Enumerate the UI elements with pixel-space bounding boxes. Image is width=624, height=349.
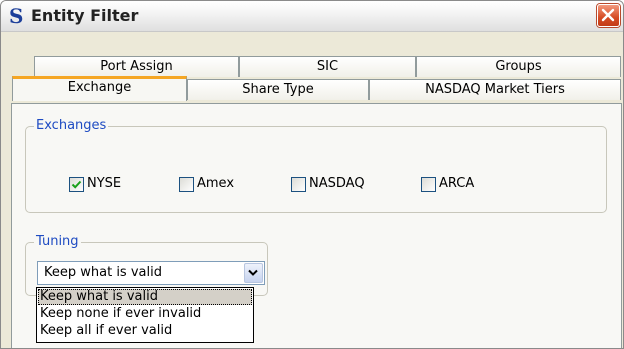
nasdaq-label: NASDAQ	[309, 176, 365, 191]
entity-filter-window: S Entity Filter Port Assign SIC Groups E…	[0, 0, 624, 349]
tab-port-assign[interactable]: Port Assign	[34, 56, 239, 77]
title-bar[interactable]: S Entity Filter	[1, 1, 623, 32]
tuning-option-keep-valid[interactable]: Keep what is valid	[38, 289, 252, 305]
window-title: Entity Filter	[31, 6, 139, 25]
tuning-option-keep-none[interactable]: Keep none if ever invalid	[38, 306, 252, 322]
chevron-down-icon	[248, 269, 258, 276]
arca-checkbox-box[interactable]	[421, 177, 436, 192]
exchanges-group-label: Exchanges	[34, 118, 109, 134]
tuning-group-label: Tuning	[34, 234, 81, 250]
tuning-dropdown-button[interactable]	[244, 263, 263, 283]
tuning-selected-value: Keep what is valid	[44, 265, 162, 280]
app-icon: S	[9, 4, 24, 28]
tab-exchange[interactable]: Exchange	[12, 76, 187, 101]
tab-row-front: Exchange Share Type NASDAQ Market Tiers	[12, 76, 621, 101]
exchanges-group: Exchanges NYSE Amex NASDAQ ARCA	[25, 118, 607, 213]
tab-share-type[interactable]: Share Type	[187, 79, 369, 100]
nyse-checkbox-box[interactable]	[69, 177, 84, 192]
amex-label: Amex	[197, 176, 235, 191]
close-button[interactable]	[597, 4, 620, 27]
tab-row-back: Port Assign SIC Groups	[34, 56, 621, 78]
tuning-dropdown-list: Keep what is valid Keep none if ever inv…	[36, 287, 254, 343]
amex-checkbox-box[interactable]	[179, 177, 194, 192]
tab-sic[interactable]: SIC	[239, 56, 416, 77]
checkmark-icon	[71, 180, 82, 189]
tuning-option-keep-all[interactable]: Keep all if ever valid	[38, 323, 252, 339]
tab-nasdaq-market-tiers[interactable]: NASDAQ Market Tiers	[369, 79, 621, 100]
tuning-select[interactable]: Keep what is valid	[37, 261, 265, 285]
arca-label: ARCA	[439, 176, 475, 191]
tab-groups[interactable]: Groups	[416, 56, 621, 77]
close-icon	[601, 8, 615, 22]
nyse-label: NYSE	[87, 176, 122, 191]
nasdaq-checkbox-box[interactable]	[291, 177, 306, 192]
